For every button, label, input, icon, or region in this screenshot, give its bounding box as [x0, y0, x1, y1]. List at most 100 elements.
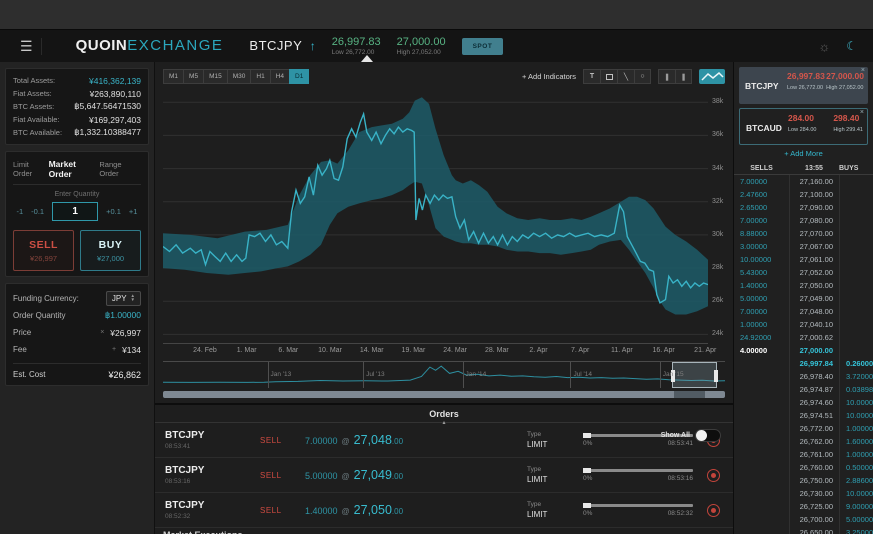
asset-row: Total Assets: ¥416,362,139 [13, 74, 141, 87]
price-chart[interactable]: 38k 36k 34k 32k 30k 28k 26k 24k [162, 89, 730, 341]
text-tool-button[interactable]: T [583, 69, 600, 84]
orderbook-sell-row[interactable]: 7.00000 27,080.00 [734, 214, 873, 227]
add-more-link[interactable]: + Add More [734, 149, 873, 162]
buy-quantity-empty [839, 175, 873, 188]
chart-navigator[interactable]: Jan '13 Jul '13 Jan '14 Jul '14 Jan '15 [162, 361, 726, 388]
orderbook-sell-row[interactable]: 24.92000 27,000.62 [734, 331, 873, 344]
buy-quantity: 10.00000 [839, 487, 873, 500]
line-tool-button[interactable]: ╲ [617, 69, 634, 84]
orderbook-sell-row[interactable]: 3.00000 27,067.00 [734, 240, 873, 253]
asset-value: ¥416,362,139 [89, 75, 141, 86]
timeframe-h4[interactable]: H4 [269, 69, 289, 84]
sell-quantity-empty [734, 409, 789, 422]
menu-icon[interactable]: ☰ [12, 37, 42, 55]
funding-currency-select[interactable]: JPY ▲ ▼ [105, 290, 141, 306]
sell-button[interactable]: SELL ¥26,997 [13, 230, 74, 271]
add-indicators-button[interactable]: + Add Indicators [522, 72, 576, 81]
line-chart-type-button[interactable] [699, 69, 725, 84]
watchlist-card-btcjpy[interactable]: × BTCJPY 26,997.83 Low 26,772.00 27,000.00 Hi… [739, 67, 868, 104]
orderbook-buy-row[interactable]: 26,650.00 3.25000 [734, 526, 873, 534]
timeframe-h1[interactable]: H1 [250, 69, 270, 84]
buy-button[interactable]: BUY ¥27,000 [80, 230, 141, 271]
orderbook-sell-row[interactable]: 7.00000 27,048.00 [734, 305, 873, 318]
order-cancel-cell [693, 468, 733, 482]
dark-theme-icon[interactable]: ☾ [846, 39, 857, 53]
orderbook-sell-row[interactable]: 10.00000 27,061.00 [734, 253, 873, 266]
orderbook-buy-row[interactable]: 26,761.00 1.00000 [734, 448, 873, 461]
orderbook-sell-row[interactable]: 7.00000 27,160.00 [734, 175, 873, 188]
tab-market-order[interactable]: Market Order [49, 159, 100, 179]
timeframe-d1[interactable]: D1 [289, 69, 310, 84]
orderbook-buy-row[interactable]: 26,997.84 0.26000 [734, 357, 873, 370]
orderbook-sell-row[interactable]: 8.88000 27,070.00 [734, 227, 873, 240]
timeframe-m5[interactable]: M5 [183, 69, 204, 84]
buy-quantity-empty [839, 331, 873, 344]
light-theme-icon[interactable]: ☼ [818, 39, 830, 54]
buy-quantity-empty [839, 188, 873, 201]
watch-bid-column: 284.00 Low 284.00 [788, 113, 816, 133]
quantity-decrement-button[interactable]: -0.1 [31, 207, 44, 216]
tab-limit-order[interactable]: Limit Order [13, 160, 49, 178]
chart-scrollbar-thumb[interactable] [674, 391, 706, 398]
sell-quantity: 4.00000 [740, 346, 768, 355]
orderbook-buy-row[interactable]: 26,750.00 2.88600 [734, 474, 873, 487]
order-pair: BTCJPY [165, 430, 205, 441]
tab-range-order[interactable]: Range Order [99, 160, 141, 178]
orderbook-buy-row[interactable]: 26,974.5110.00000 [734, 409, 873, 422]
sell-price: 27,052.00 [789, 266, 839, 279]
shape-tool-button[interactable] [600, 69, 617, 84]
order-type-cell: Type LIMIT [527, 501, 575, 519]
order-detail-operator: + [112, 346, 117, 353]
watchlist-card-btcaud[interactable]: × BTCAUD 284.00 Low 284.00 298.40 High 299.41 [739, 108, 868, 145]
orderbook-sell-row[interactable]: 5.00000 27,049.00 [734, 292, 873, 305]
cancel-order-icon[interactable] [706, 503, 720, 517]
orders-collapse-caret[interactable]: ▴ [442, 419, 445, 426]
show-all-toggle[interactable] [695, 429, 721, 442]
x-axis-tick: 19. Mar [401, 347, 426, 354]
orderbook-buy-row[interactable]: 26,760.00 0.50000 [734, 461, 873, 474]
orderbook-sell-row[interactable]: 4.00000 27,000.00 [734, 344, 873, 357]
timeframe-m15[interactable]: M15 [203, 69, 227, 84]
orderbook-buy-row[interactable]: 26,772.00 1.00000 [734, 422, 873, 435]
quantity-increment-button[interactable]: +1 [129, 207, 138, 216]
book-time-header: 13:55 [805, 164, 823, 172]
buy-quantity: 0.03898 [839, 383, 873, 396]
ohlc-chart-button[interactable]: ❚ [675, 69, 692, 84]
line-tool-icon: ╲ [623, 73, 629, 81]
sell-quantity-empty [734, 370, 789, 383]
timeframe-m1[interactable]: M1 [163, 69, 184, 84]
orderbook-sell-row[interactable]: 1.40000 27,050.00 [734, 279, 873, 292]
x-axis-tick: 28. Mar [484, 347, 509, 354]
x-axis-tick: 11. Apr [611, 347, 633, 354]
navigator-handle-right[interactable] [713, 370, 718, 382]
order-price-decimals: .00 [391, 472, 404, 481]
orderbook-sell-row[interactable]: 2.47600 27,100.00 [734, 188, 873, 201]
orderbook-sell-row[interactable]: 2.65000 27,090.00 [734, 201, 873, 214]
orderbook-sell-row[interactable]: 1.00000 27,040.10 [734, 318, 873, 331]
quantity-decrement-button[interactable]: -1 [17, 207, 24, 216]
spot-button[interactable]: SPOT [461, 37, 504, 55]
order-cancel-cell [693, 503, 733, 517]
orderbook-buy-row[interactable]: 26,725.00 9.00000 [734, 500, 873, 513]
candlestick-chart-button[interactable]: ❚ [658, 69, 675, 84]
orderbook-sell-row[interactable]: 5.43000 27,052.00 [734, 266, 873, 279]
buy-price: 26,974.60 [789, 396, 839, 409]
timeframe-m30[interactable]: M30 [226, 69, 251, 84]
bid-quote: 26,997.83 Low 26,772.00 [332, 36, 381, 56]
quantity-input[interactable]: 1 [52, 202, 99, 221]
orderbook-buy-row[interactable]: 26,730.0010.00000 [734, 487, 873, 500]
orderbook-buy-row[interactable]: 26,762.00 1.60000 [734, 435, 873, 448]
ellipse-tool-button[interactable]: ○ [634, 69, 651, 84]
orderbook-buy-row[interactable]: 26,978.40 3.72000 [734, 370, 873, 383]
orderbook-buy-row[interactable]: 26,974.6010.00000 [734, 396, 873, 409]
sell-quantity-empty [734, 461, 789, 474]
orderbook-buy-row[interactable]: 26,974.87 0.03898 [734, 383, 873, 396]
chart-scrollbar[interactable] [163, 391, 725, 398]
app-logo[interactable]: QUOINEXCHANGE [76, 37, 224, 55]
cancel-order-icon[interactable] [706, 468, 720, 482]
orderbook-buy-row[interactable]: 26,700.00 5.00000 [734, 513, 873, 526]
header-right-icons: ☼ ☾ [818, 39, 857, 54]
quantity-increment-button[interactable]: +0.1 [106, 207, 121, 216]
buy-quantity: 9.00000 [839, 500, 873, 513]
asset-label: BTC Assets: [13, 102, 55, 111]
